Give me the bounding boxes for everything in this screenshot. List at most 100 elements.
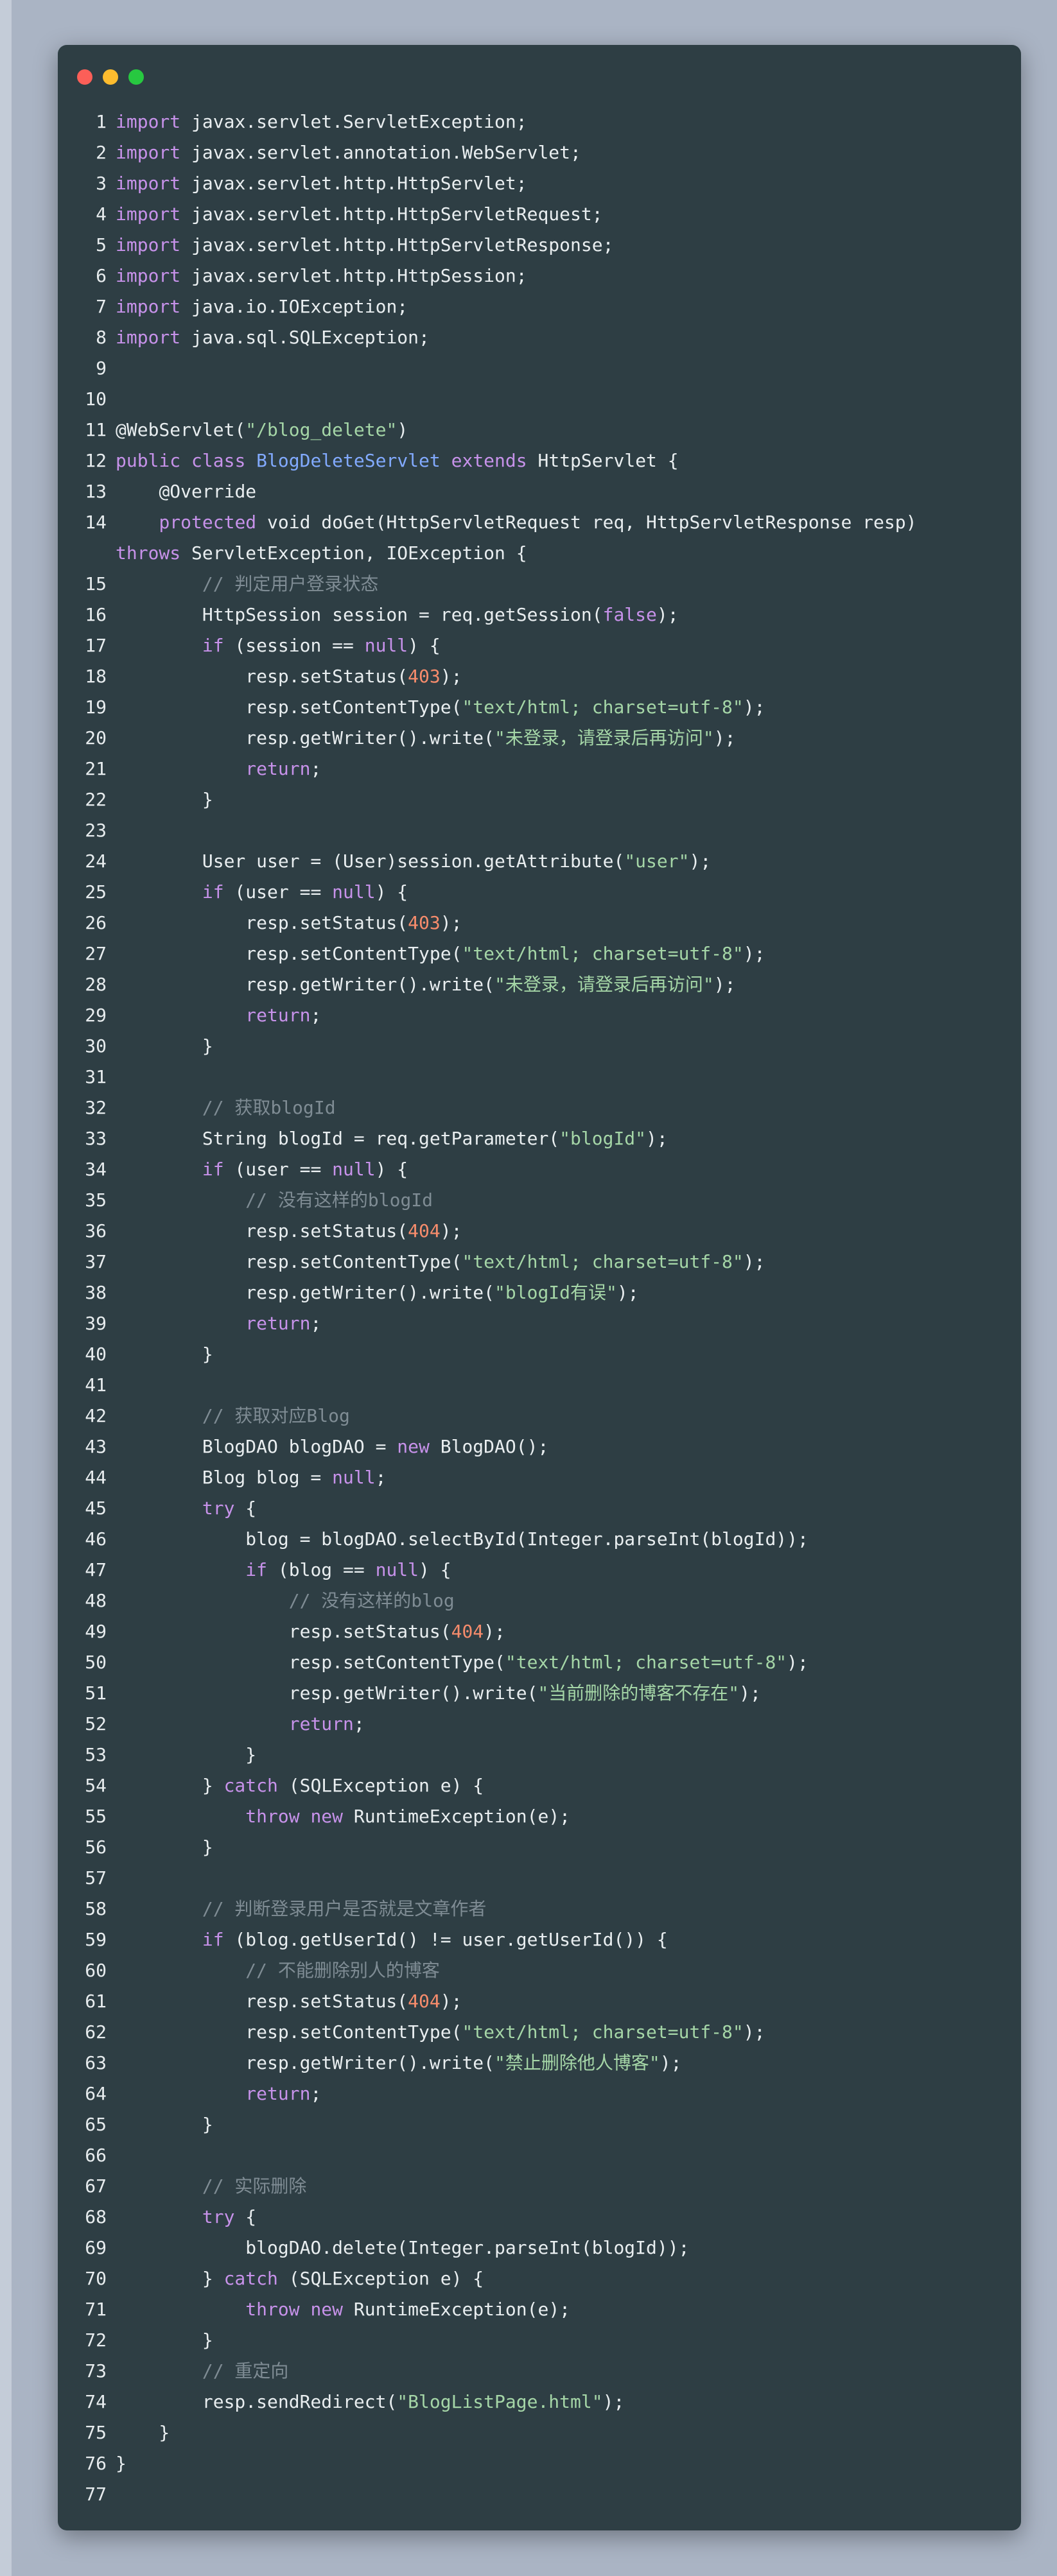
code-line: 6 import javax.servlet.http.HttpSession; xyxy=(58,261,1021,291)
line-source: resp.getWriter().write("禁止删除他人博客"); xyxy=(107,2048,681,2079)
code-line: 28 resp.getWriter().write("未登录，请登录后再访问")… xyxy=(58,969,1021,1000)
code-token: java.sql.SQLException; xyxy=(180,327,430,348)
close-dot-icon[interactable] xyxy=(77,69,92,85)
code-line: 51 resp.getWriter().write("当前删除的博客不存在"); xyxy=(58,1678,1021,1709)
line-source: } xyxy=(107,1031,213,1062)
code-token: ); xyxy=(743,1251,765,1272)
line-number: 77 xyxy=(85,2484,107,2505)
line-source: protected void doGet(HttpServletRequest … xyxy=(107,507,916,538)
code-token: ); xyxy=(787,1652,808,1673)
code-token: ( xyxy=(234,419,246,440)
code-token: (user == xyxy=(223,1159,333,1180)
code-line: 14 protected void doGet(HttpServletReque… xyxy=(58,507,1021,538)
line-number: 73 xyxy=(85,2360,107,2382)
code-token: @WebServlet xyxy=(116,419,235,440)
line-source: if (session == null) { xyxy=(107,630,441,661)
code-token: import xyxy=(116,111,181,132)
code-token: ); xyxy=(440,912,462,933)
code-token: "user" xyxy=(624,851,690,872)
code-token: ); xyxy=(743,696,765,718)
line-number: 31 xyxy=(85,1066,107,1087)
code-token: null xyxy=(364,635,408,656)
code-token: resp.getWriter().write( xyxy=(116,2052,495,2073)
code-token: } xyxy=(116,1344,213,1365)
code-token: } xyxy=(116,2330,213,2351)
line-source: resp.getWriter().write("未登录，请登录后再访问"); xyxy=(107,969,735,1000)
code-line: 31 xyxy=(58,1062,1021,1093)
line-number: 21 xyxy=(85,758,107,779)
maximize-dot-icon[interactable] xyxy=(128,69,144,85)
code-token: if xyxy=(202,635,224,656)
code-line: 36 resp.setStatus(404); xyxy=(58,1216,1021,1247)
code-token: ); xyxy=(440,666,462,687)
code-token: ); xyxy=(743,2021,765,2043)
code-token: resp.setStatus( xyxy=(116,666,408,687)
code-token: javax.servlet.http.HttpServlet; xyxy=(180,173,527,194)
code-token: new xyxy=(310,2299,344,2320)
line-number: 53 xyxy=(85,1744,107,1765)
line-number: 35 xyxy=(85,1189,107,1211)
code-token: "未登录，请登录后再访问" xyxy=(494,727,714,748)
line-number: 57 xyxy=(85,1867,107,1889)
code-token: } xyxy=(116,789,213,810)
code-token: resp.getWriter().write( xyxy=(116,1682,538,1704)
code-token: throw xyxy=(245,2299,300,2320)
line-source xyxy=(107,1863,116,1894)
code-line: 60 // 不能删除别人的博客 xyxy=(58,1955,1021,1986)
line-number: 74 xyxy=(85,2391,107,2412)
code-token: ServletException, IOException { xyxy=(180,542,527,564)
code-token: ); xyxy=(743,943,765,964)
code-line: 10 xyxy=(58,384,1021,415)
code-line: 55 throw new RuntimeException(e); xyxy=(58,1801,1021,1832)
code-window: 1 import javax.servlet.ServletException; 2… xyxy=(58,45,1021,2530)
code-line: 26 resp.setStatus(403); xyxy=(58,908,1021,938)
line-number: 59 xyxy=(85,1929,107,1950)
line-source: } xyxy=(107,2325,213,2356)
minimize-dot-icon[interactable] xyxy=(103,69,118,85)
code-line: 16 HttpSession session = req.getSession(… xyxy=(58,600,1021,630)
line-number: 67 xyxy=(85,2175,107,2197)
code-line: 29 return; xyxy=(58,1000,1021,1031)
line-source xyxy=(107,353,116,384)
code-line: 76} xyxy=(58,2448,1021,2479)
line-number: 46 xyxy=(85,1528,107,1550)
line-source: // 不能删除别人的博客 xyxy=(107,1955,440,1986)
line-number: 12 xyxy=(85,450,107,471)
line-source: import java.io.IOException; xyxy=(107,291,408,322)
code-token: return xyxy=(245,1005,311,1026)
line-source: Blog blog = null; xyxy=(107,1462,387,1493)
code-token: ); xyxy=(713,727,736,748)
code-token: BlogDAO blogDAO = xyxy=(116,1436,397,1457)
code-token: javax.servlet.http.HttpServletResponse; xyxy=(180,234,614,255)
code-token: RuntimeException(e); xyxy=(343,1806,571,1827)
line-number: 32 xyxy=(85,1097,107,1118)
line-number: 13 xyxy=(85,481,107,502)
code-token: import xyxy=(116,173,181,194)
code-line: 1 import javax.servlet.ServletException; xyxy=(58,107,1021,137)
line-source: } xyxy=(107,784,213,815)
code-token: javax.servlet.annotation.WebServlet; xyxy=(180,142,581,163)
line-source: HttpSession session = req.getSession(fal… xyxy=(107,600,679,630)
code-line: 52 return; xyxy=(58,1709,1021,1740)
code-line: 7 import java.io.IOException; xyxy=(58,291,1021,322)
line-number: 48 xyxy=(85,1590,107,1611)
code-line: 45 try { xyxy=(58,1493,1021,1524)
code-token: ; xyxy=(310,1313,322,1334)
code-token: "text/html; charset=utf-8" xyxy=(462,1251,744,1272)
code-token: HttpSession session = req.getSession( xyxy=(116,604,603,625)
line-source: resp.setContentType("text/html; charset=… xyxy=(107,1247,765,1277)
line-number: 69 xyxy=(85,2237,107,2258)
code-token: throw xyxy=(245,1806,300,1827)
line-source: String blogId = req.getParameter("blogId… xyxy=(107,1123,668,1154)
line-source: import javax.servlet.http.HttpSession; xyxy=(107,261,527,291)
code-token: { xyxy=(234,2206,257,2227)
